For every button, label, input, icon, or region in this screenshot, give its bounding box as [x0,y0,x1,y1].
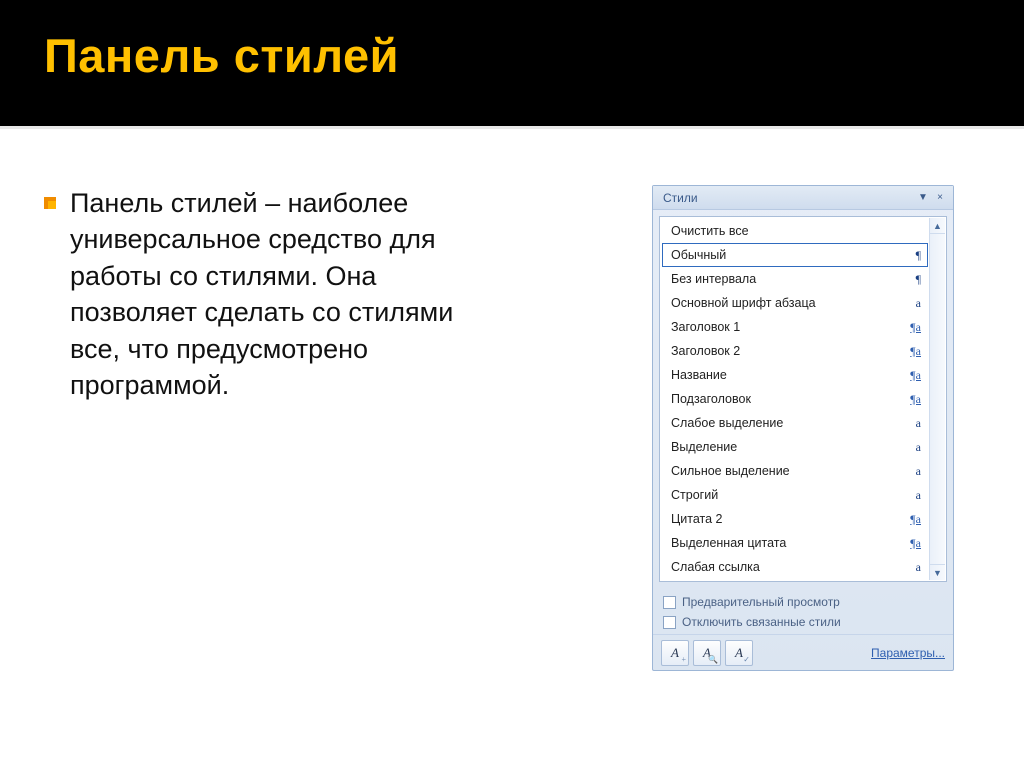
style-type-icon: a [905,296,921,311]
pane-titlebar: Стили ▼ × [653,186,953,210]
style-type-icon: ¶ [905,248,921,263]
style-item-label: Очистить все [671,224,905,238]
style-item-label: Заголовок 2 [671,344,905,358]
style-type-icon: a [905,416,921,431]
slide-header: Панель стилей [0,0,1024,129]
style-type-icon: ¶a [905,320,921,335]
disable-linked-checkbox[interactable]: Отключить связанные стили [663,612,943,632]
new-style-button[interactable]: A + [661,640,689,666]
pane-close-button[interactable]: × [933,191,947,205]
style-item-label: Название [671,368,905,382]
style-item-label: Без интервала [671,272,905,286]
styles-task-pane: Стили ▼ × Очистить всеОбычный¶Без интерв… [652,185,954,671]
style-type-icon: ¶a [905,344,921,359]
slide-image-column: Стили ▼ × Очистить всеОбычный¶Без интерв… [652,185,980,671]
slide-title: Панель стилей [44,28,980,83]
style-item[interactable]: Заголовок 1¶a [662,315,928,339]
bullet-row: Панель стилей – наиболее универсальное с… [44,185,504,404]
style-item[interactable]: Слабое выделениеa [662,411,928,435]
style-item[interactable]: Строгийa [662,483,928,507]
style-type-icon: ¶a [905,368,921,383]
style-item-label: Строгий [671,488,905,502]
style-item[interactable]: Подзаголовок¶a [662,387,928,411]
style-type-icon: a [905,464,921,479]
pane-title: Стили [663,191,698,205]
style-item-label: Заголовок 1 [671,320,905,334]
slide-body: Панель стилей – наиболее универсальное с… [0,129,1024,671]
style-item[interactable]: Цитата 2¶a [662,507,928,531]
letter-a-icon: A [735,645,743,661]
style-inspector-button[interactable]: A 🔍 [693,640,721,666]
style-item[interactable]: Заголовок 2¶a [662,339,928,363]
bullet-text: Панель стилей – наиболее универсальное с… [70,185,504,404]
style-type-icon: ¶a [905,536,921,551]
style-item-label: Слабое выделение [671,416,905,430]
style-item-label: Цитата 2 [671,512,905,526]
style-item-label: Подзаголовок [671,392,905,406]
style-type-icon: a [905,560,921,575]
plus-subicon: + [681,655,686,664]
style-item[interactable]: Без интервала¶ [662,267,928,291]
disable-linked-checkbox-label: Отключить связанные стили [682,615,841,629]
checkbox-icon [663,616,676,629]
scroll-down-button[interactable]: ▼ [930,564,945,580]
scroll-up-button[interactable]: ▲ [930,218,945,234]
style-item-label: Сильное выделение [671,464,905,478]
checkbox-icon [663,596,676,609]
style-type-icon: a [905,488,921,503]
style-item[interactable]: Сильное выделениеa [662,459,928,483]
style-type-icon: ¶ [905,272,921,287]
style-type-icon: ¶a [905,392,921,407]
style-item[interactable]: Очистить все [662,219,928,243]
style-item-label: Основной шрифт абзаца [671,296,905,310]
pane-options: Предварительный просмотр Отключить связа… [653,588,953,634]
style-item-label: Выделение [671,440,905,454]
slide-text-column: Панель стилей – наиболее универсальное с… [44,185,504,671]
check-subicon: ✓ [743,655,750,664]
bullet-icon [44,197,56,209]
options-link[interactable]: Параметры... [871,646,945,660]
letter-a-icon: A [671,645,679,661]
style-type-icon: a [905,440,921,455]
pane-footer: A + A 🔍 A ✓ Параметры... [653,634,953,670]
styles-list: Очистить всеОбычный¶Без интервала¶Основн… [660,217,946,581]
manage-styles-button[interactable]: A ✓ [725,640,753,666]
style-item[interactable]: Обычный¶ [662,243,928,267]
magnifier-subicon: 🔍 [708,655,718,664]
pane-menu-button[interactable]: ▼ [916,191,930,205]
style-item-label: Слабая ссылка [671,560,905,574]
preview-checkbox-label: Предварительный просмотр [682,595,840,609]
style-item[interactable]: Выделенная цитата¶a [662,531,928,555]
styles-list-container: Очистить всеОбычный¶Без интервала¶Основн… [659,216,947,582]
preview-checkbox[interactable]: Предварительный просмотр [663,592,943,612]
style-type-icon: ¶a [905,512,921,527]
style-item[interactable]: Слабая ссылкаa [662,555,928,579]
style-item-label: Выделенная цитата [671,536,905,550]
style-item[interactable]: Основной шрифт абзацаa [662,291,928,315]
style-item[interactable]: Выделениеa [662,435,928,459]
style-item[interactable]: Название¶a [662,363,928,387]
style-item-label: Обычный [671,248,905,262]
scrollbar[interactable]: ▲ ▼ [929,218,945,580]
